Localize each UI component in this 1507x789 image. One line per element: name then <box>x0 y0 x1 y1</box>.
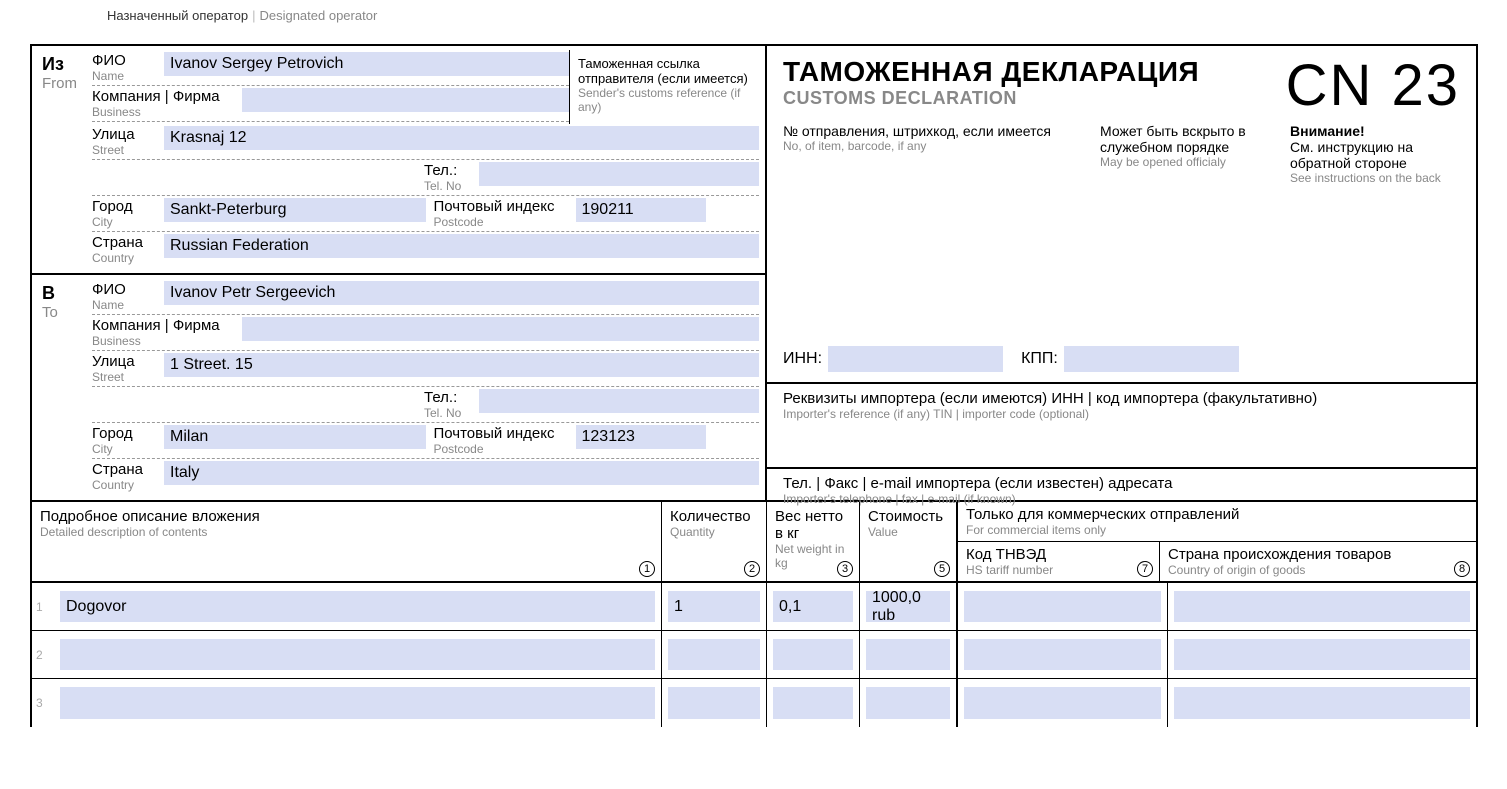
row-number: 2 <box>32 631 54 678</box>
item-origin[interactable] <box>1174 591 1470 622</box>
to-city[interactable]: Milan <box>164 425 426 449</box>
from-business[interactable] <box>242 88 569 112</box>
from-block: ИзFrom ФИОName Ivanov Sergey Petrovich К… <box>32 46 765 275</box>
kpp-value[interactable] <box>1064 346 1239 372</box>
item-origin[interactable] <box>1174 639 1470 670</box>
item-row: 3 <box>32 679 1476 727</box>
item-hs-code[interactable] <box>964 687 1161 719</box>
from-city[interactable]: Sankt-Peterburg <box>164 198 426 222</box>
to-street[interactable]: 1 Street. 15 <box>164 353 759 377</box>
importer-reference: Реквизиты импортера (если имеются) ИНН |… <box>767 382 1476 427</box>
to-name[interactable]: Ivanov Petr Sergeevich <box>164 281 759 305</box>
to-block: ВTo ФИОName Ivanov Petr Sergeevich Компа… <box>32 275 765 500</box>
inn-label: ИНН: <box>783 350 822 368</box>
item-weight[interactable]: 0,1 <box>773 591 853 622</box>
item-quantity[interactable] <box>668 639 760 670</box>
items-header: Подробное описание вложенияDetailed desc… <box>32 500 1476 583</box>
to-postcode[interactable]: 123123 <box>576 425 706 449</box>
item-description[interactable] <box>60 687 655 719</box>
attention-label: Внимание! <box>1290 123 1460 139</box>
to-business[interactable] <box>242 317 759 341</box>
designated-operator: Назначенный оператор|Designated operator <box>107 8 377 23</box>
item-hs-code[interactable] <box>964 639 1161 670</box>
item-value[interactable] <box>866 639 950 670</box>
item-origin[interactable] <box>1174 687 1470 719</box>
item-hs-code[interactable] <box>964 591 1161 622</box>
item-description[interactable]: Dogovor <box>60 591 655 622</box>
to-tel[interactable] <box>479 389 759 413</box>
inn-value[interactable] <box>828 346 1003 372</box>
item-value[interactable] <box>866 687 950 719</box>
customs-reference: Таможенная ссылка отправителя (если имее… <box>569 50 759 124</box>
item-row: 2 <box>32 631 1476 679</box>
item-description[interactable] <box>60 639 655 670</box>
row-number: 1 <box>32 583 54 630</box>
from-tel[interactable] <box>479 162 759 186</box>
item-weight[interactable] <box>773 639 853 670</box>
to-country[interactable]: Italy <box>164 461 759 485</box>
item-quantity[interactable] <box>668 687 760 719</box>
from-country[interactable]: Russian Federation <box>164 234 759 258</box>
from-name[interactable]: Ivanov Sergey Petrovich <box>164 52 569 76</box>
item-value[interactable]: 1000,0 rub <box>866 591 950 622</box>
from-postcode[interactable]: 190211 <box>576 198 706 222</box>
from-street[interactable]: Krasnaj 12 <box>164 126 759 150</box>
form-code: CN 23 <box>1286 52 1460 119</box>
row-number: 3 <box>32 679 54 727</box>
item-no-label: № отправления, штрихкод, если имеется <box>783 123 1080 139</box>
item-row: 1Dogovor10,11000,0 rub <box>32 583 1476 631</box>
may-open-label: Может быть вскрыто в служебном порядке <box>1100 123 1270 155</box>
item-weight[interactable] <box>773 687 853 719</box>
kpp-label: КПП: <box>1021 350 1058 368</box>
item-quantity[interactable]: 1 <box>668 591 760 622</box>
